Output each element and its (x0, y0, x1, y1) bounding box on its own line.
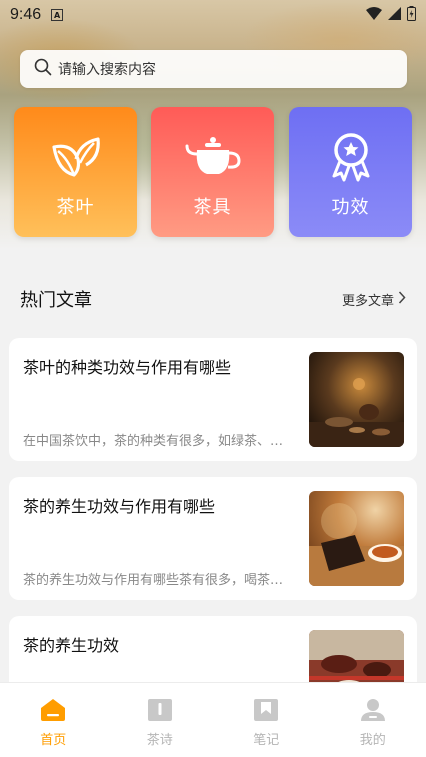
status-icons (366, 5, 416, 25)
status-bar: 9:46 A (0, 0, 426, 30)
article-summary: 茶的养生功效与作用有哪些茶有很多，喝茶能养生 (23, 573, 291, 588)
article-thumbnail (309, 352, 404, 447)
status-indicator: A (51, 9, 64, 21)
user-icon (360, 699, 385, 725)
status-time: 9:46 (10, 6, 42, 23)
category-label: 茶具 (193, 197, 232, 218)
home-icon (41, 699, 66, 725)
tab-notes[interactable]: 笔记 (213, 683, 320, 757)
category-card-teaware[interactable]: 茶具 (151, 107, 274, 237)
tab-home[interactable]: 首页 (0, 683, 107, 757)
signal-icon (388, 6, 401, 24)
tab-profile[interactable]: 我的 (320, 683, 426, 757)
article-card[interactable]: 茶叶的种类功效与作用有哪些 在中国茶饮中，茶的种类有很多，如绿茶、红茶、 (9, 338, 417, 461)
article-card[interactable]: 茶的养生功效与作用有哪些 茶的养生功效与作用有哪些茶有很多，喝茶能养生 (9, 477, 417, 600)
tab-label: 我的 (359, 733, 386, 748)
tab-label: 茶诗 (146, 733, 173, 748)
bookmark-icon (254, 699, 279, 725)
search-input[interactable]: 请输入搜索内容 (20, 50, 407, 88)
category-card-effect[interactable]: 功效 (289, 107, 412, 237)
article-title: 茶的养生功效与作用有哪些 (23, 497, 216, 516)
more-articles-label: 更多文章 (341, 293, 394, 309)
tab-poetry[interactable]: 茶诗 (107, 683, 214, 757)
search-icon (34, 58, 52, 80)
article-title: 茶叶的种类功效与作用有哪些 (23, 358, 232, 377)
more-articles-link[interactable]: 更多文章 (342, 290, 406, 309)
battery-icon (407, 5, 416, 25)
award-medal-icon (329, 133, 373, 182)
category-label: 功效 (331, 197, 370, 218)
search-placeholder: 请输入搜索内容 (58, 62, 156, 78)
article-title: 茶的养生功效 (23, 636, 120, 655)
teapot-icon (185, 133, 241, 181)
article-thumbnail (309, 491, 404, 586)
hot-articles-header: 热门文章 更多文章 (20, 285, 406, 313)
tab-label: 笔记 (253, 733, 280, 748)
category-card-tea[interactable]: 茶叶 (14, 107, 137, 237)
bottom-tab-bar: 首页 茶诗 笔记 我的 (0, 682, 426, 757)
tab-label: 首页 (40, 733, 67, 748)
wifi-icon (366, 6, 382, 24)
book-icon (147, 699, 172, 725)
article-summary: 在中国茶饮中，茶的种类有很多，如绿茶、红茶、 (23, 434, 291, 449)
category-label: 茶叶 (56, 197, 95, 218)
section-title: 热门文章 (20, 290, 92, 311)
chevron-right-icon (394, 290, 406, 308)
tea-leaf-icon (50, 133, 102, 181)
